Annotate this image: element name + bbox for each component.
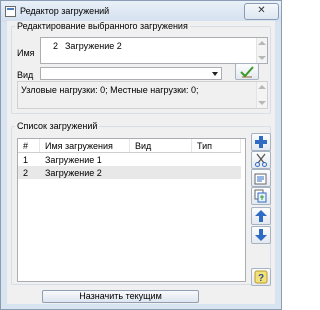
info-scroll-up-icon[interactable]: [258, 85, 266, 89]
loads-info-box: Узловые нагрузки: 0; Местные нагрузки: 0…: [17, 81, 268, 109]
name-field[interactable]: 2 Загружение 2: [40, 37, 268, 64]
help-icon: ?: [254, 270, 268, 284]
move-up-icon: [255, 210, 267, 222]
name-value[interactable]: Загружение 2: [65, 41, 122, 51]
table-row[interactable]: 1 Загружение 1: [18, 153, 241, 167]
edit-icon: [254, 173, 267, 185]
chevron-down-icon: [212, 72, 218, 76]
row-kind: [129, 166, 192, 179]
move-up-button[interactable]: [251, 207, 271, 225]
close-icon: ✕: [257, 5, 266, 16]
column-header-kind[interactable]: Вид: [129, 139, 192, 153]
add-button[interactable]: [251, 133, 271, 151]
close-button[interactable]: ✕: [244, 3, 279, 20]
table-header-row: # Имя загружения Вид Тип: [18, 139, 241, 153]
row-name: Загружение 2: [39, 166, 130, 179]
row-name: Загружение 1: [45, 154, 102, 165]
copy-button[interactable]: [251, 187, 271, 205]
info-scrollbar[interactable]: [256, 82, 267, 108]
window-title: Редактор загружений: [20, 6, 110, 16]
column-header-type[interactable]: Тип: [191, 139, 241, 153]
load-table: # Имя загружения Вид Тип 1 Загружение 1: [18, 139, 241, 179]
app-window-icon: [5, 6, 16, 17]
title-bar[interactable]: Редактор загружений ✕: [1, 1, 281, 22]
scroll-down-icon[interactable]: [258, 56, 266, 60]
scroll-up-icon[interactable]: [258, 41, 266, 45]
dialog-body: Редактирование выбранного загружения Имя…: [7, 21, 275, 304]
name-scrollbar[interactable]: [256, 38, 267, 63]
row-type: [192, 153, 241, 167]
cut-icon: [255, 153, 267, 167]
row-number: 1: [23, 154, 29, 165]
checkmark-icon: [240, 66, 254, 78]
edit-button[interactable]: [251, 169, 271, 187]
column-header-number[interactable]: #: [18, 139, 40, 153]
load-list-table[interactable]: # Имя загружения Вид Тип 1 Загружение 1: [17, 138, 246, 282]
edit-group-legend: Редактирование выбранного загружения: [17, 21, 188, 31]
cut-button[interactable]: [251, 151, 271, 169]
add-icon: [255, 136, 267, 148]
column-header-name[interactable]: Имя загружения: [39, 139, 130, 153]
help-button[interactable]: ?: [251, 268, 271, 286]
list-group-legend: Список загружений: [17, 121, 98, 131]
confirm-button[interactable]: [235, 63, 259, 80]
dialog-window: Редактор загружений ✕ Редактирование выб…: [0, 0, 282, 310]
type-label: Вид: [17, 70, 34, 80]
move-down-icon: [255, 229, 267, 241]
name-label: Имя: [17, 48, 35, 58]
move-down-button[interactable]: [251, 226, 271, 244]
copy-icon: [254, 189, 267, 203]
row-type: [191, 166, 241, 179]
set-current-button[interactable]: Назначить текущим: [42, 290, 199, 303]
row-number: 2: [18, 166, 40, 179]
table-row-selected[interactable]: 2 Загружение 2: [18, 166, 241, 179]
loads-info-text: Узловые нагрузки: 0; Местные нагрузки: 0…: [21, 85, 199, 95]
info-scroll-down-icon[interactable]: [258, 101, 266, 105]
load-number: 2: [53, 41, 59, 51]
type-select[interactable]: [40, 67, 222, 80]
row-kind: [130, 153, 192, 167]
svg-text:?: ?: [258, 273, 264, 284]
